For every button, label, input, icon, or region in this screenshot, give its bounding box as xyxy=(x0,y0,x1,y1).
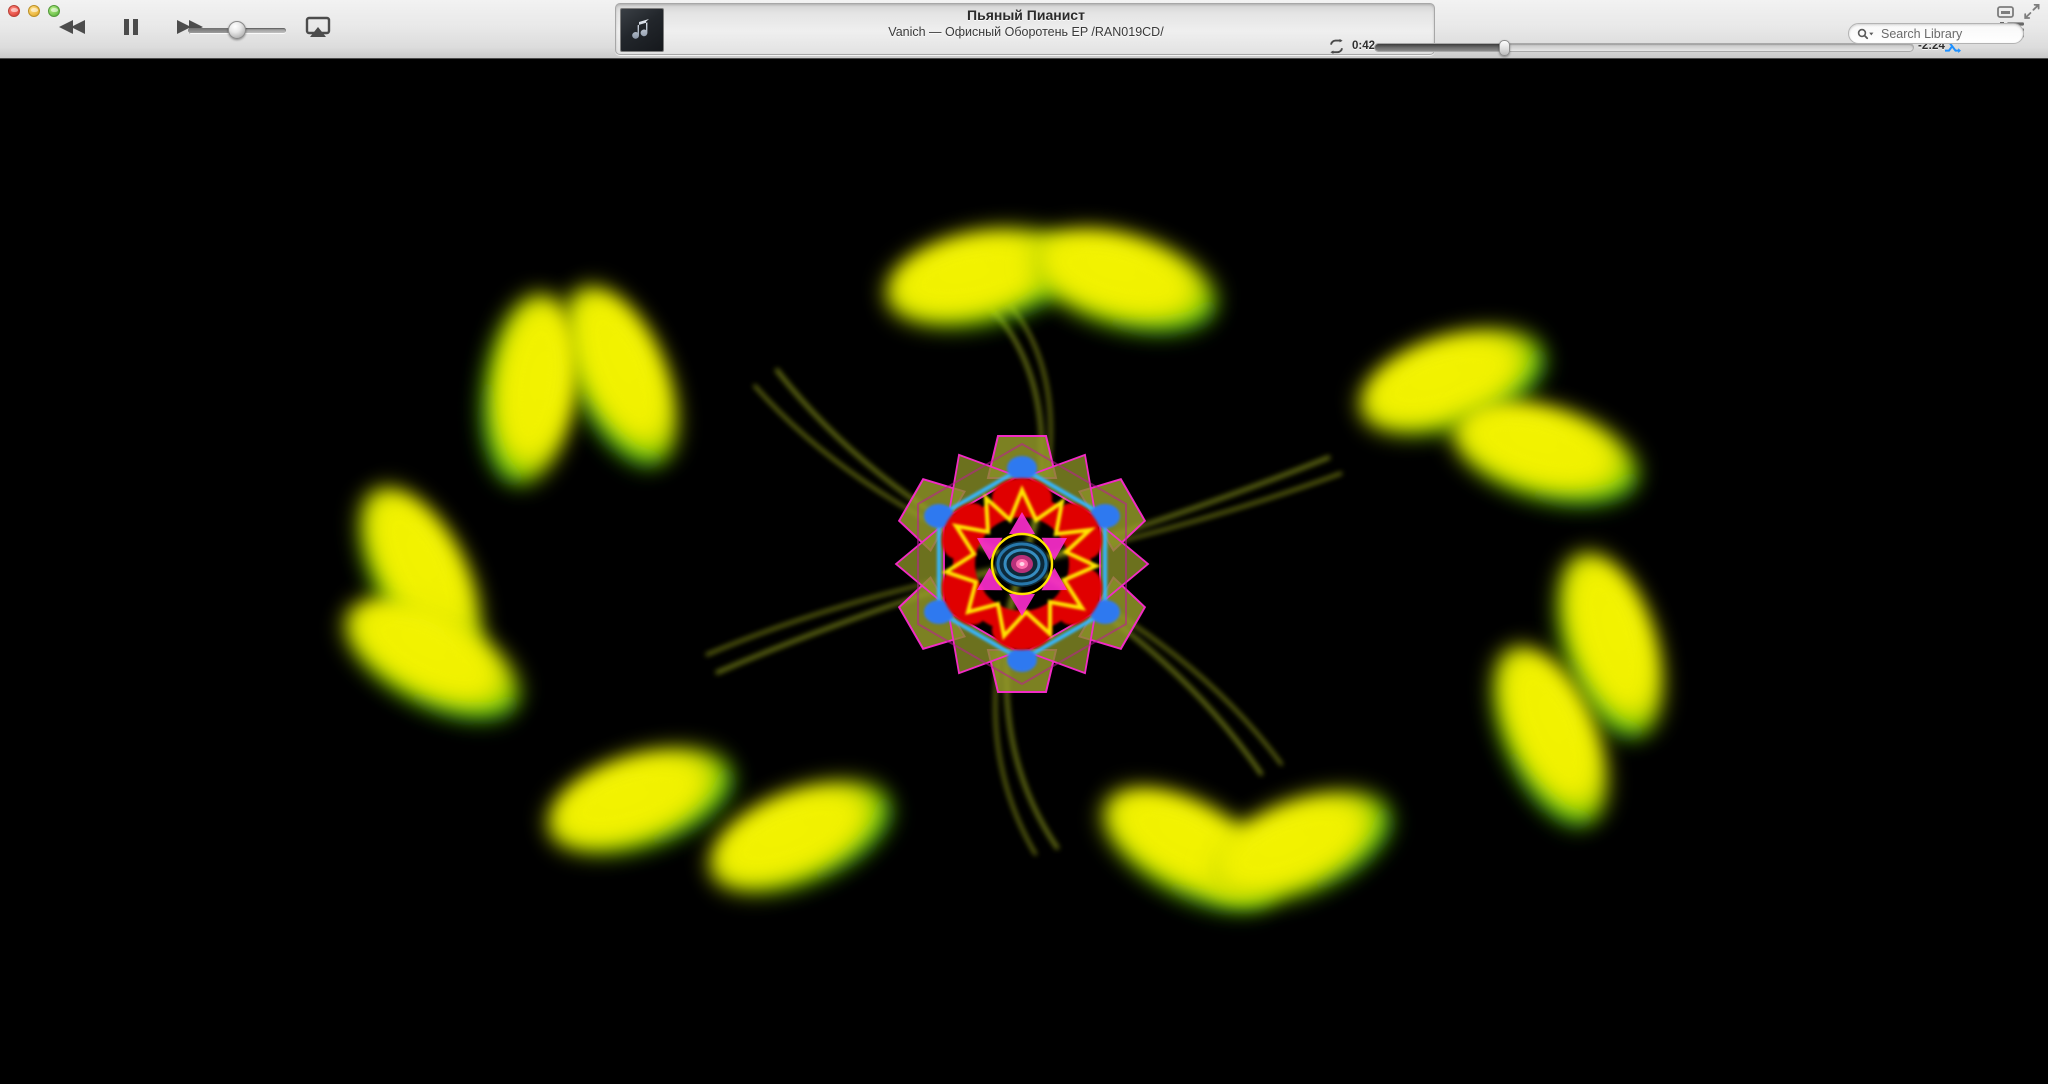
traffic-lights xyxy=(8,5,60,17)
progress-slider[interactable] xyxy=(1374,43,1914,52)
volume-knob[interactable] xyxy=(228,21,246,39)
fullscreen-icon[interactable] xyxy=(2024,4,2040,24)
track-subtitle: Vanich — Офисный Оборотень EP /RAN019CD/ xyxy=(676,25,1376,39)
transport-controls xyxy=(56,14,206,40)
album-art-thumbnail[interactable] xyxy=(620,8,664,52)
window-mode-buttons xyxy=(1997,4,2040,24)
visualizer-graphics xyxy=(0,59,2048,1084)
visualizer-canvas[interactable] xyxy=(0,59,2048,1084)
minimize-window-button[interactable] xyxy=(28,5,40,17)
progress-knob[interactable] xyxy=(1499,40,1510,56)
track-title: Пьяный Пианист xyxy=(676,7,1376,23)
search-placeholder: Search Library xyxy=(1881,27,1962,41)
repeat-icon[interactable] xyxy=(1328,39,1345,59)
mini-player-icon[interactable] xyxy=(1997,5,2014,24)
airplay-icon[interactable] xyxy=(305,16,331,40)
toolbar: Пьяный Пианист xyxy=(0,0,2048,59)
lcd-display: Пьяный Пианист Vanich — Офисный Оборотен… xyxy=(615,3,1435,55)
close-window-button[interactable] xyxy=(8,5,20,17)
volume-slider[interactable] xyxy=(188,24,286,36)
time-elapsed: 0:42 xyxy=(1352,40,1375,52)
rewind-button[interactable] xyxy=(56,14,90,40)
progress-fill xyxy=(1375,44,1504,51)
music-note-icon xyxy=(629,17,655,43)
play-pause-button[interactable] xyxy=(114,14,148,40)
search-field[interactable]: Search Library xyxy=(1848,23,2024,44)
search-icon[interactable] xyxy=(1857,28,1875,40)
itunes-window: Пьяный Пианист xyxy=(0,0,2048,1084)
